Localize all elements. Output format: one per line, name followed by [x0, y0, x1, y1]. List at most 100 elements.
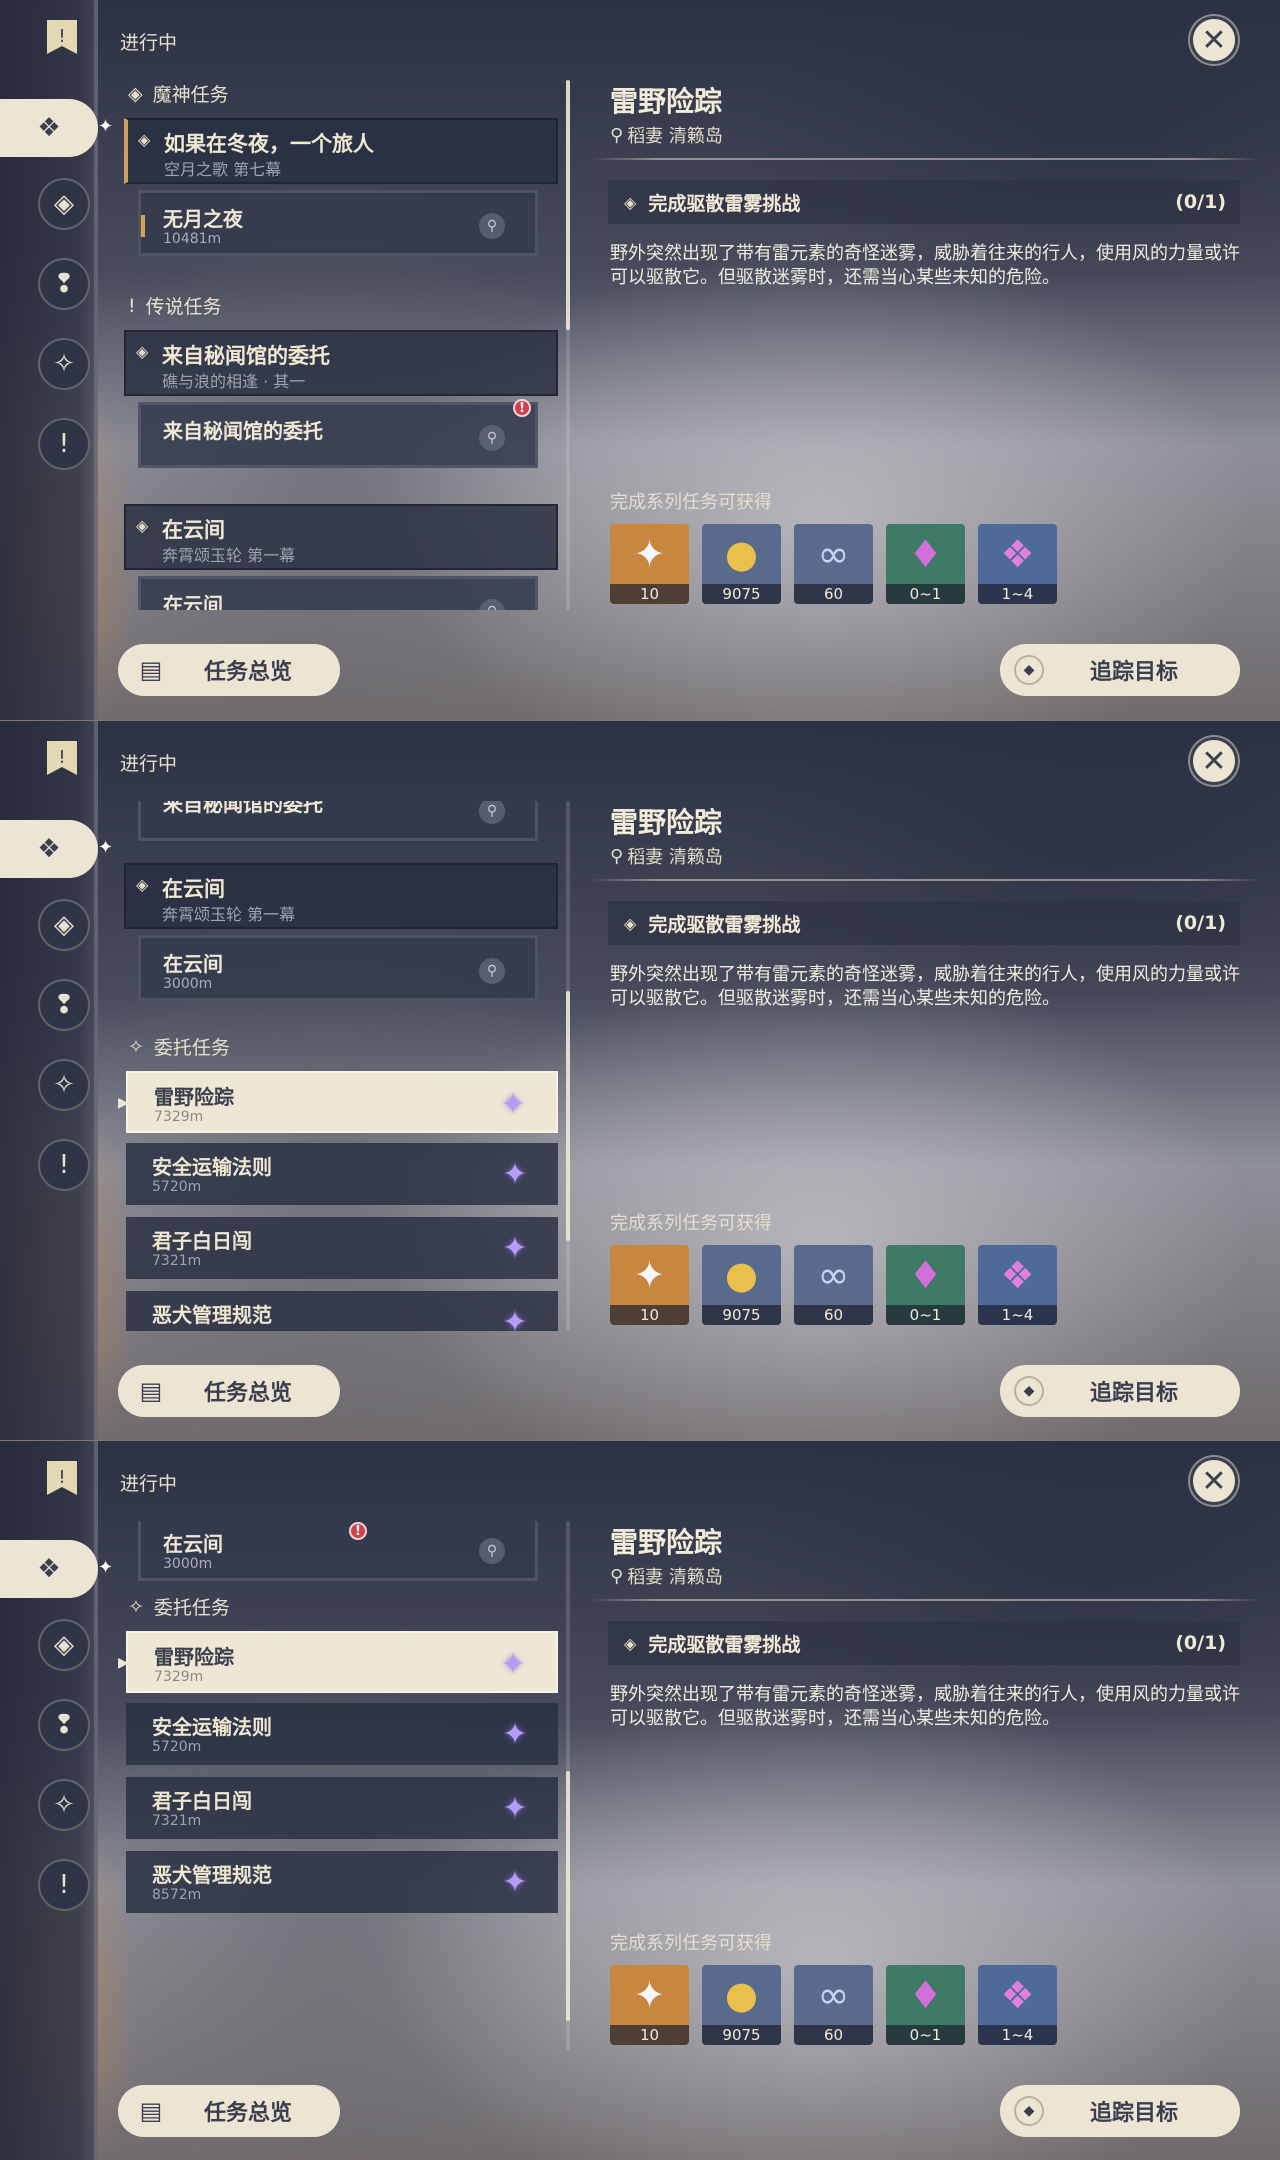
objective-progress: (0/1) — [1175, 191, 1226, 213]
tab-story-quests[interactable]: ❢ — [38, 979, 90, 1031]
track-target-button[interactable]: ◆ 追踪目标 — [1000, 2085, 1240, 2137]
commission-title: 恶犬管理规范 — [152, 1863, 272, 1887]
commission-star-icon: ✦ — [500, 1646, 526, 1682]
tab-commission-quests[interactable]: ✧ — [38, 1779, 90, 1831]
close-button[interactable]: ✕ — [1190, 16, 1238, 64]
story-subquest-2[interactable]: 在云间 ⚲ — [138, 576, 538, 610]
tab-all-quests[interactable]: ❖ — [0, 1540, 98, 1598]
story-subquest-2[interactable]: 在云间 3000m ⚲ ! — [138, 1521, 538, 1581]
bookmark-icon[interactable]: ! — [42, 16, 82, 60]
left-rail: ! ❖ ✦ ◈ ❢ ✧ ! — [0, 1441, 113, 2160]
adventure-exp-icon: ∞ — [817, 1973, 850, 2017]
objective-progress: (0/1) — [1175, 912, 1226, 934]
reward-adventure-exp[interactable]: ∞ 60 — [794, 524, 873, 604]
tab-all-quests[interactable]: ❖ — [0, 820, 98, 878]
tab-world-quests[interactable]: ! — [38, 418, 90, 470]
bookmark-icon[interactable]: ! — [42, 737, 82, 781]
tab-archon-quests[interactable]: ◈ — [38, 178, 90, 230]
list-scrollbar[interactable] — [566, 80, 570, 610]
archon-quest-card[interactable]: ◈ 如果在冬夜，一个旅人 空月之歌 第七幕 — [124, 118, 558, 184]
story-quest-card-1[interactable]: ◈ 来自秘闻馆的委托 礁与浪的相逢 · 其一 — [124, 330, 558, 396]
world-quest-icon: ! — [58, 1150, 70, 1180]
selection-arrow-icon: ▶ — [118, 1095, 129, 1111]
reward-adventure-exp[interactable]: ∞ 60 — [794, 1245, 873, 1325]
tab-world-quests[interactable]: ! — [38, 1139, 90, 1191]
location-pin-icon[interactable]: ⚲ — [479, 213, 505, 239]
reward-primogem[interactable]: ✦ 10 — [610, 1245, 689, 1325]
story-quest-card-2[interactable]: ◈ 在云间 奔霄颂玉轮 第一幕 — [124, 863, 558, 929]
scroll-thumb[interactable] — [566, 1771, 570, 2021]
commission-item[interactable]: 恶犬管理规范 ✦ — [126, 1291, 558, 1331]
reward-mora[interactable]: ● 9075 — [702, 1965, 781, 2045]
reward-crystal[interactable]: ♦ 0~1 — [886, 1965, 965, 2045]
track-target-button[interactable]: ◆ 追踪目标 — [1000, 1365, 1240, 1417]
close-button[interactable]: ✕ — [1190, 737, 1238, 785]
tab-world-quests[interactable]: ! — [38, 1859, 90, 1911]
tab-archon-quests[interactable]: ◈ — [38, 899, 90, 951]
quest-overview-button[interactable]: ▤ 任务总览 — [118, 2085, 340, 2137]
reward-crystal[interactable]: ♦ 0~1 — [886, 524, 965, 604]
reward-crystal-cluster[interactable]: ❖ 1~4 — [978, 524, 1057, 604]
close-button[interactable]: ✕ — [1190, 1457, 1238, 1505]
reward-mora[interactable]: ● 9075 — [702, 524, 781, 604]
tab-story-quests[interactable]: ❢ — [38, 1699, 90, 1751]
story-subquest-1[interactable]: 来自秘闻馆的委托 ⚲ ! — [138, 399, 538, 468]
detail-description: 野外突然出现了带有雷元素的奇怪迷雾，威胁着往来的行人，使用风的力量或许可以驱散它… — [610, 1684, 1240, 1729]
quest-overview-button[interactable]: ▤ 任务总览 — [118, 644, 340, 696]
location-pin-icon[interactable]: ⚲ — [479, 425, 505, 451]
commission-title: 安全运输法则 — [152, 1155, 272, 1179]
commission-item[interactable]: 安全运输法则 5720m ✦ — [126, 1143, 558, 1205]
commission-item[interactable]: 君子白日闯 7321m ✦ — [126, 1777, 558, 1839]
story-subquest-2[interactable]: 在云间 3000m ⚲ — [138, 935, 538, 1001]
reward-primogem[interactable]: ✦ 10 — [610, 524, 689, 604]
tab-commission-quests[interactable]: ✧ — [38, 1059, 90, 1111]
status-title: 进行中 — [120, 1473, 178, 1495]
commission-item[interactable]: 君子白日闯 7321m ✦ — [126, 1217, 558, 1279]
location-pin-icon[interactable]: ⚲ — [479, 599, 505, 610]
tab-all-quests[interactable]: ❖ — [0, 99, 98, 157]
crystal-cluster-icon: ❖ — [1000, 1253, 1035, 1297]
story-quest-card-2[interactable]: ◈ 在云间 奔霄颂玉轮 第一幕 — [124, 504, 558, 570]
quest-list[interactable]: 来自秘闻馆的委托 ⚲ ◈ 在云间 奔霄颂玉轮 第一幕 在云间 3000m ⚲ ✧… — [118, 801, 566, 1331]
commission-quest-icon: ✧ — [53, 1070, 75, 1100]
tab-story-quests[interactable]: ❢ — [38, 258, 90, 310]
location-pin-icon[interactable]: ⚲ — [479, 801, 505, 824]
reward-mora[interactable]: ● 9075 — [702, 1245, 781, 1325]
commission-star-icon: ✦ — [502, 1716, 528, 1752]
quest-overview-button[interactable]: ▤ 任务总览 — [118, 1365, 340, 1417]
list-scrollbar[interactable] — [566, 801, 570, 1331]
quest-list[interactable]: 在云间 3000m ⚲ ! ✧ 委托任务 ▶ 雷野险踪 7329m ✦ 安全运输法… — [118, 1521, 566, 2051]
commission-item[interactable]: 安全运输法则 5720m ✦ — [126, 1703, 558, 1765]
scroll-thumb[interactable] — [566, 80, 570, 330]
commission-item-selected[interactable]: ▶ 雷野险踪 7329m ✦ — [118, 1071, 558, 1133]
reward-adventure-exp[interactable]: ∞ 60 — [794, 1965, 873, 2045]
location-pin-icon[interactable]: ⚲ — [479, 958, 505, 984]
commission-item-selected[interactable]: ▶ 雷野险踪 7329m ✦ — [118, 1631, 558, 1693]
location-pin-icon[interactable]: ⚲ — [479, 1538, 505, 1564]
objective-diamond-icon: ◈ — [624, 192, 637, 212]
quest-subtitle: 空月之歌 第七幕 — [164, 160, 282, 179]
reward-crystal-cluster[interactable]: ❖ 1~4 — [978, 1245, 1057, 1325]
quest-subtitle: 礁与浪的相逢 · 其一 — [162, 372, 306, 391]
story-subquest-1[interactable]: 来自秘闻馆的委托 ⚲ — [138, 801, 538, 841]
track-target-button[interactable]: ◆ 追踪目标 — [1000, 644, 1240, 696]
scroll-thumb[interactable] — [566, 991, 570, 1241]
archon-subquest[interactable]: 无月之夜 10481m ⚲ — [138, 190, 538, 256]
quest-list[interactable]: ◈ 魔神任务 ◈ 如果在冬夜，一个旅人 空月之歌 第七幕 无月之夜 10481m … — [118, 80, 566, 610]
subquest-title: 来自秘闻馆的委托 — [163, 419, 323, 443]
quest-all-icon: ❖ — [37, 113, 61, 143]
sparkle-icon: ✦ — [98, 1557, 114, 1578]
reward-primogem[interactable]: ✦ 10 — [610, 1965, 689, 2045]
reward-crystal-cluster[interactable]: ❖ 1~4 — [978, 1965, 1057, 2045]
tab-archon-quests[interactable]: ◈ — [38, 1619, 90, 1671]
tab-commission-quests[interactable]: ✧ — [38, 338, 90, 390]
list-scrollbar[interactable] — [566, 1521, 570, 2051]
quest-diamond-icon: ◈ — [138, 130, 151, 149]
bookmark-icon[interactable]: ! — [42, 1457, 82, 1501]
commission-star-icon: ✦ — [502, 1864, 528, 1900]
location-pin-icon: ⚲ — [610, 845, 624, 867]
reward-crystal[interactable]: ♦ 0~1 — [886, 1245, 965, 1325]
commission-item[interactable]: 恶犬管理规范 8572m ✦ — [126, 1851, 558, 1913]
crystal-cluster-icon: ❖ — [1000, 532, 1035, 576]
commission-distance: 5720m — [152, 1739, 202, 1755]
